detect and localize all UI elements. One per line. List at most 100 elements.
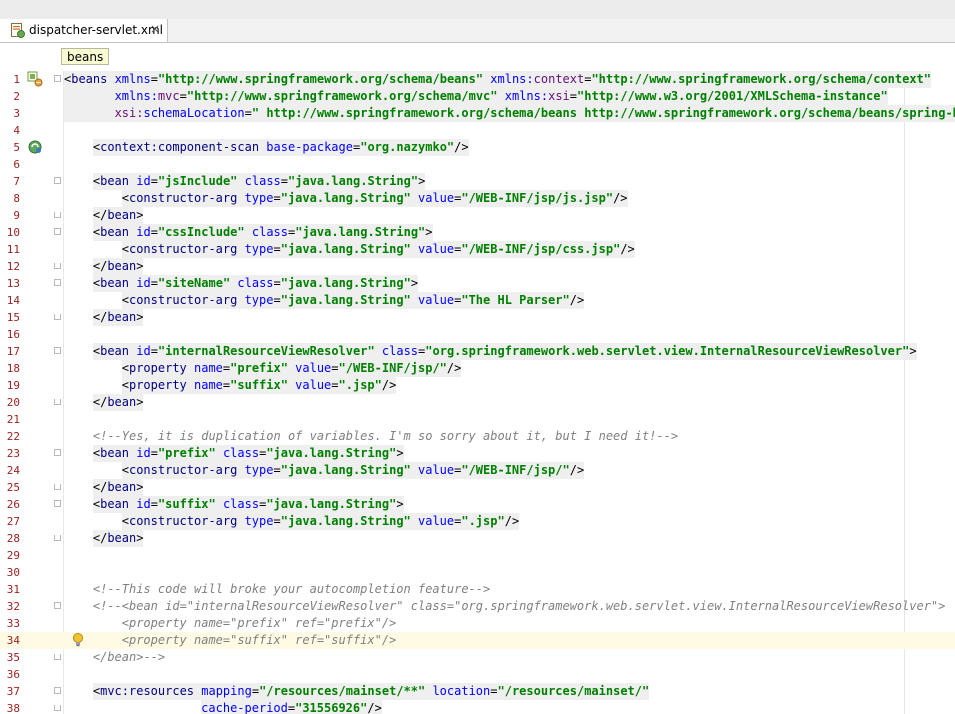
breadcrumb-beans[interactable]: beans	[61, 48, 110, 65]
fold-open-icon[interactable]	[54, 228, 61, 235]
fold-end-icon[interactable]	[54, 263, 61, 269]
line-number: 35	[6, 651, 20, 664]
code-line[interactable]: 8 <constructor-arg type="java.lang.String…	[0, 190, 955, 207]
fold-open-icon[interactable]	[54, 602, 61, 609]
code-token: property	[128, 361, 187, 375]
code-token: value	[410, 514, 455, 528]
line-number: 6	[13, 158, 20, 171]
code-line[interactable]: 37 <mvc:resources mapping="/resources/mai…	[0, 683, 955, 700]
fold-open-icon[interactable]	[54, 500, 61, 507]
code-line[interactable]: 30	[0, 564, 955, 581]
code-line[interactable]: 1 <beans xmlns="http://www.springframewor…	[0, 71, 955, 88]
code-line[interactable]: 22 <!--Yes, it is duplication of variable…	[0, 428, 955, 445]
code-line[interactable]: 14 <constructor-arg type="java.lang.Strin…	[0, 292, 955, 309]
code-line[interactable]: 35 </bean>-->	[0, 649, 955, 666]
code-token: context:component-scan	[100, 140, 260, 154]
line-number: 31	[6, 583, 20, 596]
code-line[interactable]: 10 <bean id="cssInclude" class="java.lang…	[0, 224, 955, 241]
fold-open-icon[interactable]	[54, 449, 61, 456]
code-token: "/WEB-INF/jsp/css.jsp"	[461, 242, 621, 256]
code-line[interactable]: 33 <property name="prefix" ref="prefix"/>	[0, 615, 955, 632]
code-line[interactable]: 28 </bean>	[0, 530, 955, 547]
code-token: id	[129, 497, 151, 511]
code-token: <	[121, 242, 129, 256]
fold-end-icon[interactable]	[54, 654, 61, 660]
fold-end-icon[interactable]	[54, 314, 61, 320]
code-line[interactable]: 29	[0, 547, 955, 564]
code-token: >	[136, 395, 144, 409]
code-line[interactable]: 38 cache-period="31556926"/>	[0, 700, 955, 714]
code-token: >	[136, 208, 144, 222]
code-line[interactable]: 11 <constructor-arg type="java.lang.Strin…	[0, 241, 955, 258]
code-line[interactable]: 6	[0, 156, 955, 173]
code-token: bean	[107, 395, 137, 409]
code-token: "/WEB-INF/jsp/"	[338, 361, 447, 375]
code-text: </bean>-->	[93, 649, 165, 666]
code-text: <!--This code will broke your autocomple…	[93, 581, 490, 598]
fold-open-icon[interactable]	[54, 687, 61, 694]
code-line[interactable]: 24 <constructor-arg type="java.lang.Strin…	[0, 462, 955, 479]
code-editor[interactable]: 1 <beans xmlns="http://www.springframewor…	[0, 71, 955, 714]
code-token: value	[410, 242, 455, 256]
code-token: constructor-arg	[128, 242, 238, 256]
code-line[interactable]: 5 <context:component-scan base-package="o…	[0, 139, 955, 156]
line-number: 25	[6, 481, 20, 494]
code-token: "java.lang.String"	[280, 191, 411, 205]
fold-end-icon[interactable]	[54, 484, 61, 490]
code-text: <!--<bean id="internalResourceViewResolv…	[93, 598, 946, 615]
code-line[interactable]: 31 <!--This code will broke your autocomp…	[0, 581, 955, 598]
code-token: type	[237, 191, 274, 205]
code-line[interactable]: 3 xsi:schemaLocation=" http://www.spring…	[0, 105, 955, 122]
line-number: 30	[6, 566, 20, 579]
code-text: <bean id="prefix" class="java.lang.Strin…	[92, 445, 404, 462]
code-token: class	[215, 497, 260, 511]
code-line[interactable]: 2 xmlns:mvc="http://www.springframework.…	[0, 88, 955, 105]
code-line[interactable]: 32 <!--<bean id="internalResourceViewReso…	[0, 598, 955, 615]
close-icon[interactable]: ×	[150, 22, 160, 36]
code-token: =	[569, 89, 578, 103]
code-token: value	[287, 378, 332, 392]
code-token: "java.lang.String"	[280, 463, 411, 477]
fold-open-icon[interactable]	[54, 279, 61, 286]
code-line[interactable]: 25 </bean>	[0, 479, 955, 496]
code-line[interactable]: 16	[0, 326, 955, 343]
code-line[interactable]: 21	[0, 411, 955, 428]
line-number: 23	[6, 447, 20, 460]
code-line[interactable]: 27 <constructor-arg type="java.lang.Strin…	[0, 513, 955, 530]
code-line[interactable]: 26 <bean id="suffix" class="java.lang.Str…	[0, 496, 955, 513]
code-line[interactable]: 19 <property name="suffix" value=".jsp"/>	[0, 377, 955, 394]
fold-end-icon[interactable]	[54, 399, 61, 405]
code-line[interactable]: 9 </bean>	[0, 207, 955, 224]
fold-end-icon[interactable]	[54, 705, 61, 711]
code-line[interactable]: 7 <bean id="jsInclude" class="java.lang.S…	[0, 173, 955, 190]
code-token: id	[129, 174, 151, 188]
code-line[interactable]: 36	[0, 666, 955, 683]
code-line[interactable]: 34 <property name="suffix" ref="suffix"/>	[0, 632, 955, 649]
code-line[interactable]: 12 </bean>	[0, 258, 955, 275]
fold-open-icon[interactable]	[54, 177, 61, 184]
code-token: =	[331, 378, 339, 392]
code-token: bean	[107, 310, 137, 324]
code-line[interactable]: 20 </bean>	[0, 394, 955, 411]
code-line[interactable]: 15 </bean>	[0, 309, 955, 326]
code-line[interactable]: 4	[0, 122, 955, 139]
code-line[interactable]: 23 <bean id="prefix" class="java.lang.Str…	[0, 445, 955, 462]
fold-end-icon[interactable]	[54, 535, 61, 541]
code-line[interactable]: 18 <property name="prefix" value="/WEB-IN…	[0, 360, 955, 377]
code-line[interactable]: 17 <bean id="internalResourceViewResolver…	[0, 343, 955, 360]
code-token: <	[121, 361, 129, 375]
line-number: 33	[6, 617, 20, 630]
fold-open-icon[interactable]	[54, 347, 61, 354]
fold-open-icon[interactable]	[54, 75, 61, 82]
tab-dispatcher-servlet[interactable]: dispatcher-servlet.xml ×	[0, 19, 168, 42]
code-token: property	[128, 378, 187, 392]
code-token: type	[237, 463, 274, 477]
line-number: 29	[6, 549, 20, 562]
code-text: <constructor-arg type="java.lang.String"…	[121, 462, 585, 479]
line-number: 11	[6, 243, 20, 256]
fold-end-icon[interactable]	[54, 212, 61, 218]
code-token: =	[150, 225, 158, 239]
code-line[interactable]: 13 <bean id="siteName" class="java.lang.S…	[0, 275, 955, 292]
code-token: name	[186, 378, 223, 392]
code-text: <beans xmlns="http://www.springframework…	[64, 71, 932, 88]
